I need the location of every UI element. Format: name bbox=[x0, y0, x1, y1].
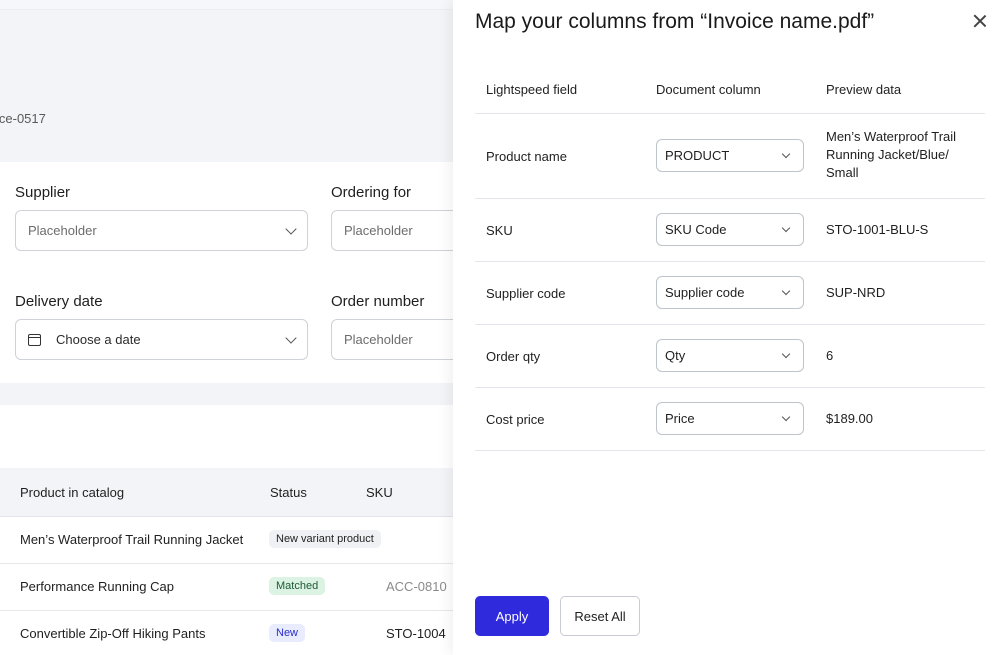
preview-data: 6 bbox=[826, 348, 834, 363]
products-table: Product in catalog Status SKU Men’s Wate… bbox=[0, 468, 460, 655]
chevron-down-icon bbox=[781, 149, 791, 158]
close-icon[interactable] bbox=[971, 12, 989, 30]
column-header: Preview data bbox=[826, 82, 902, 97]
invoice-reference: ice-0517 bbox=[0, 111, 46, 126]
column-mapping-panel: Map your columns from “Invoice name.pdf”… bbox=[453, 0, 1000, 655]
table-row[interactable]: Convertible Zip-Off Hiking Pants New STO… bbox=[0, 611, 460, 655]
table-header: Product in catalog Status SKU bbox=[0, 468, 460, 517]
preview-data: STO-1001-BLU-S bbox=[826, 222, 929, 237]
lightspeed-field: Order qty bbox=[486, 349, 541, 364]
lightspeed-field: Supplier code bbox=[486, 286, 566, 301]
delivery-date-picker[interactable]: Choose a date bbox=[15, 319, 308, 360]
product-name: Convertible Zip-Off Hiking Pants bbox=[20, 626, 206, 641]
chevron-down-icon bbox=[781, 223, 791, 232]
background-page: ice-0517 Supplier Placeholder Ordering f… bbox=[0, 0, 460, 655]
selected-column: Supplier code bbox=[665, 285, 745, 300]
ordering-for-label: Ordering for bbox=[331, 184, 412, 201]
supplier-placeholder: Placeholder bbox=[28, 223, 97, 238]
calendar-icon bbox=[28, 333, 41, 346]
mapping-header: Lightspeed field Document column Preview… bbox=[475, 64, 985, 114]
preview-data: SUP-NRD bbox=[826, 285, 886, 300]
reset-all-button[interactable]: Reset All bbox=[560, 596, 640, 636]
chevron-down-icon bbox=[285, 222, 297, 235]
status-badge: New bbox=[269, 624, 306, 642]
mapping-row-cost-price: Cost price Price $189.00 bbox=[475, 388, 985, 451]
preview-data: $189.00 bbox=[826, 411, 873, 426]
mapping-row-supplier-code: Supplier code Supplier code SUP-NRD bbox=[475, 262, 985, 325]
selected-column: PRODUCT bbox=[665, 148, 730, 163]
panel-title: Map your columns from “Invoice name.pdf” bbox=[475, 10, 875, 33]
supplier-label: Supplier bbox=[15, 184, 71, 201]
column-header: Product in catalog bbox=[20, 485, 125, 500]
top-bar bbox=[0, 0, 460, 10]
chevron-down-icon bbox=[781, 286, 791, 295]
sku-value: ACC-0810 bbox=[386, 579, 447, 594]
column-header: Document column bbox=[656, 82, 761, 97]
mapping-row-product-name: Product name PRODUCT Men’s Waterproof Tr… bbox=[475, 114, 985, 199]
order-number-input[interactable]: Placeholder bbox=[331, 319, 460, 360]
chevron-down-icon bbox=[781, 412, 791, 421]
document-column-select[interactable]: Price bbox=[656, 402, 804, 435]
product-name: Performance Running Cap bbox=[20, 579, 174, 594]
selected-column: Price bbox=[665, 411, 695, 426]
status-badge: New variant product bbox=[269, 530, 381, 548]
column-header: SKU bbox=[366, 485, 393, 500]
preview-data: Men’s Waterproof Trail Running Jacket/Bl… bbox=[826, 129, 957, 180]
ordering-for-placeholder: Placeholder bbox=[344, 223, 413, 238]
document-column-select[interactable]: Supplier code bbox=[656, 276, 804, 309]
order-number-label: Order number bbox=[331, 293, 425, 310]
product-name: Men’s Waterproof Trail Running Jacket bbox=[20, 532, 244, 547]
document-column-select[interactable]: PRODUCT bbox=[656, 139, 804, 172]
lightspeed-field: Product name bbox=[486, 149, 567, 164]
order-form: Supplier Placeholder Ordering for Placeh… bbox=[0, 162, 460, 383]
column-header: Lightspeed field bbox=[486, 82, 578, 97]
status-badge: Matched bbox=[269, 577, 326, 595]
sku-value: STO-1004 bbox=[386, 626, 446, 641]
apply-button[interactable]: Apply bbox=[475, 596, 549, 636]
mapping-row-sku: SKU SKU Code STO-1001-BLU-S bbox=[475, 199, 985, 262]
ordering-for-select[interactable]: Placeholder bbox=[331, 210, 460, 251]
document-column-select[interactable]: SKU Code bbox=[656, 213, 804, 246]
mapping-table: Lightspeed field Document column Preview… bbox=[475, 64, 985, 451]
chevron-down-icon bbox=[285, 331, 297, 344]
delivery-date-label: Delivery date bbox=[15, 293, 103, 310]
section-spacer bbox=[0, 405, 460, 468]
selected-column: Qty bbox=[665, 348, 686, 363]
delivery-date-value: Choose a date bbox=[56, 332, 141, 347]
lightspeed-field: SKU bbox=[486, 223, 513, 238]
document-column-select[interactable]: Qty bbox=[656, 339, 804, 372]
table-row[interactable]: Performance Running Cap Matched ACC-0810 bbox=[0, 564, 460, 611]
table-row[interactable]: Men’s Waterproof Trail Running Jacket Ne… bbox=[0, 517, 460, 564]
lightspeed-field: Cost price bbox=[486, 412, 545, 427]
order-number-placeholder: Placeholder bbox=[344, 332, 413, 347]
selected-column: SKU Code bbox=[665, 222, 727, 237]
mapping-row-order-qty: Order qty Qty 6 bbox=[475, 325, 985, 388]
chevron-down-icon bbox=[781, 349, 791, 358]
column-header: Status bbox=[270, 485, 307, 500]
supplier-select[interactable]: Placeholder bbox=[15, 210, 308, 251]
